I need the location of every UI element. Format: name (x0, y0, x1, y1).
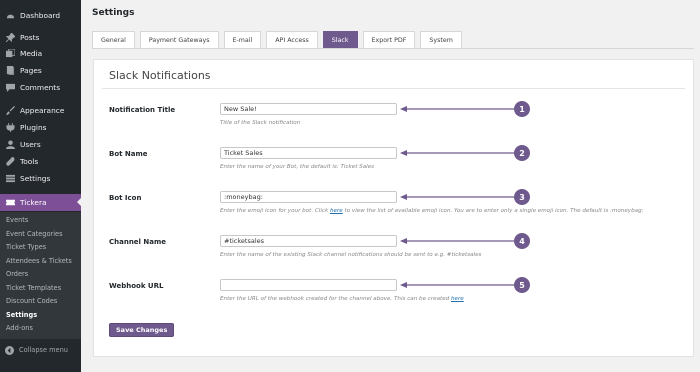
webhook-url-desc: Enter the URL of the webhook created for… (220, 296, 464, 302)
bot-icon-input[interactable] (220, 191, 397, 203)
menu-label: Media (20, 49, 43, 58)
callout-5: 5 (400, 277, 530, 293)
menu-label: Plugins (20, 123, 47, 132)
callout-arrow (400, 238, 516, 244)
webhook-url-label: Webhook URL (109, 282, 164, 290)
submenu-item-ticket-types[interactable]: Ticket Types (6, 243, 46, 251)
callout-2: 2 (400, 145, 530, 161)
submenu-item-events[interactable]: Events (6, 216, 28, 224)
media-icon (5, 49, 15, 59)
ticket-icon (5, 198, 15, 208)
channel-name-desc: Enter the name of the existing Slack cha… (220, 252, 482, 258)
menu-label: Settings (20, 174, 51, 183)
channel-name-input[interactable] (220, 235, 397, 247)
bot-icon-desc: Enter the emoji icon for your bot. Click… (220, 208, 644, 214)
menu-label: Users (20, 140, 41, 149)
bot-name-label: Bot Name (109, 150, 148, 158)
desc-text: to view the list of available emoji icon… (342, 208, 644, 214)
bot-icon-label: Bot Icon (109, 194, 142, 202)
menu-item-pages[interactable]: Pages (0, 62, 81, 79)
submenu-item-attendees-tickets[interactable]: Attendees & Tickets (6, 257, 72, 265)
settings-tabs: General Payment Gateways E-mail API Acce… (92, 31, 467, 48)
menu-label: Dashboard (20, 11, 61, 20)
tickera-submenu: Events Event Categories Ticket Types Att… (0, 212, 81, 339)
page-icon (5, 66, 15, 76)
menu-item-tools[interactable]: Tools (0, 153, 81, 170)
tab-payment-gateways[interactable]: Payment Gateways (139, 31, 219, 48)
callout-badge: 2 (514, 145, 530, 161)
menu-item-plugins[interactable]: Plugins (0, 119, 81, 136)
tab-slack[interactable]: Slack (322, 31, 358, 48)
menu-item-settings[interactable]: Settings (0, 170, 81, 187)
settings-icon (5, 174, 15, 184)
plug-icon (5, 123, 15, 133)
admin-sidebar: Dashboard Posts Media Pages Comments App… (0, 0, 81, 372)
submenu-item-orders[interactable]: Orders (6, 270, 28, 278)
callout-badge: 1 (514, 101, 530, 117)
menu-item-comments[interactable]: Comments (0, 79, 81, 96)
callout-3: 3 (400, 189, 530, 205)
menu-item-users[interactable]: Users (0, 136, 81, 153)
menu-label: Comments (20, 83, 61, 92)
tab-email[interactable]: E-mail (223, 31, 262, 48)
bot-name-desc: Enter the name of your Bot, the default … (220, 164, 375, 170)
slack-settings-panel: Slack Notifications Notification Title T… (93, 59, 694, 357)
tab-general[interactable]: General (92, 31, 135, 48)
callout-arrow (400, 194, 516, 200)
save-changes-button[interactable]: Save Changes (109, 323, 175, 337)
dashboard-icon (5, 11, 15, 21)
callout-4: 4 (400, 233, 530, 249)
callout-1: 1 (400, 101, 530, 117)
desc-text: Enter the URL of the webhook created for… (220, 296, 451, 302)
menu-item-appearance[interactable]: Appearance (0, 102, 81, 119)
brush-icon (5, 106, 15, 116)
page-title: Settings (92, 8, 135, 18)
callout-arrow (400, 282, 516, 288)
submenu-item-ticket-templates[interactable]: Ticket Templates (6, 284, 61, 292)
channel-name-label: Channel Name (109, 238, 167, 246)
panel-divider (102, 88, 685, 89)
pin-icon (5, 33, 15, 43)
menu-item-media[interactable]: Media (0, 45, 81, 62)
tab-system[interactable]: System (420, 31, 462, 48)
comment-icon (5, 83, 15, 93)
menu-item-dashboard[interactable]: Dashboard (0, 7, 81, 24)
user-icon (5, 140, 15, 150)
callout-badge: 5 (514, 277, 530, 293)
panel-title: Slack Notifications (109, 69, 211, 82)
menu-item-posts[interactable]: Posts (0, 29, 81, 46)
tab-export-pdf[interactable]: Export PDF (362, 31, 416, 48)
bot-name-input[interactable] (220, 147, 397, 159)
menu-label: Posts (20, 33, 40, 42)
callout-arrow (400, 106, 516, 112)
submenu-item-settings[interactable]: Settings (6, 311, 37, 319)
menu-label: Appearance (20, 106, 65, 115)
submenu-item-discount-codes[interactable]: Discount Codes (6, 297, 57, 305)
menu-item-tickera[interactable]: Tickera (0, 194, 81, 211)
emoji-list-link[interactable]: here (330, 208, 343, 214)
notification-title-label: Notification Title (109, 106, 176, 114)
notification-title-input[interactable] (220, 103, 397, 115)
collapse-icon (5, 345, 14, 355)
menu-label: Tools (20, 157, 39, 166)
menu-label: Pages (20, 66, 42, 75)
wrench-icon (5, 157, 15, 167)
tab-api-access[interactable]: API Access (266, 31, 318, 48)
collapse-menu-button[interactable]: Collapse menu (0, 343, 81, 357)
menu-label: Tickera (20, 198, 47, 207)
callout-arrow (400, 150, 516, 156)
collapse-label: Collapse menu (19, 346, 68, 354)
callout-badge: 3 (514, 189, 530, 205)
desc-text: Enter the emoji icon for your bot. Click (220, 208, 330, 214)
current-menu-arrow (77, 198, 81, 206)
submenu-item-add-ons[interactable]: Add-ons (6, 324, 33, 332)
notification-title-desc: Title of the Slack notification (220, 120, 301, 126)
tab-divider (92, 48, 694, 49)
callout-badge: 4 (514, 233, 530, 249)
webhook-create-link[interactable]: here (451, 296, 464, 302)
submenu-item-event-categories[interactable]: Event Categories (6, 230, 63, 238)
webhook-url-input[interactable] (220, 279, 397, 291)
